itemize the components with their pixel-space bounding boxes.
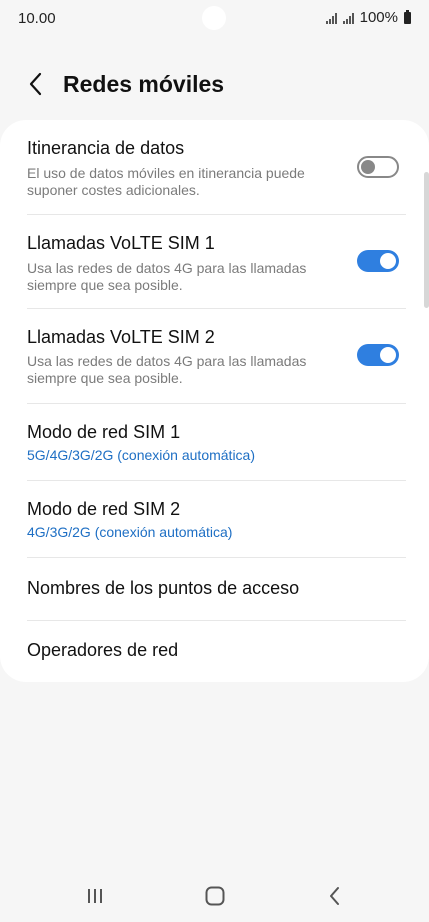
data-roaming-subtitle: El uso de datos móviles en itinerancia p… <box>27 165 305 198</box>
status-bar: 10.00 100% <box>0 0 429 36</box>
volte-sim1-title: Llamadas VoLTE SIM 1 <box>27 233 215 253</box>
app-bar: Redes móviles <box>0 62 429 106</box>
recent-apps-icon <box>88 889 102 903</box>
navigation-bar <box>0 868 429 922</box>
network-mode-sim1-item[interactable]: Modo de red SIM 1 5G/4G/3G/2G (conexión … <box>0 404 429 480</box>
battery-percent: 100% <box>359 9 398 26</box>
nav-back-button[interactable] <box>320 882 350 910</box>
toggle-knob <box>378 345 398 365</box>
back-button[interactable] <box>20 68 52 100</box>
status-time: 10.00 <box>18 10 56 27</box>
home-icon <box>205 886 225 906</box>
volte-sim1-item[interactable]: Llamadas VoLTE SIM 1 Usa las redes de da… <box>0 215 429 308</box>
volte-sim2-title: Llamadas VoLTE SIM 2 <box>27 327 215 347</box>
network-operators-title: Operadores de red <box>27 640 179 660</box>
volte-sim1-toggle[interactable] <box>357 250 399 272</box>
status-icons: 100% <box>325 9 411 26</box>
data-roaming-toggle[interactable] <box>357 156 399 178</box>
volte-sim2-item[interactable]: Llamadas VoLTE SIM 2 Usa las redes de da… <box>0 309 429 403</box>
recents-button[interactable] <box>80 882 110 910</box>
back-icon <box>330 887 339 905</box>
signal-icon <box>325 12 337 24</box>
apn-title: Nombres de los puntos de acceso <box>27 578 300 598</box>
volte-sim2-subtitle: Usa las redes de datos 4G para las llama… <box>27 353 307 386</box>
network-operators-item[interactable]: Operadores de red <box>0 621 429 682</box>
network-mode-sim2-value: 4G/3G/2G (conexión automática) <box>27 524 233 540</box>
page-title: Redes móviles <box>63 71 225 97</box>
network-mode-sim1-value: 5G/4G/3G/2G (conexión automática) <box>27 447 255 463</box>
toggle-knob <box>378 251 398 271</box>
data-roaming-title: Itinerancia de datos <box>27 138 185 158</box>
apn-item[interactable]: Nombres de los puntos de acceso <box>0 558 429 620</box>
camera-cutout <box>202 6 226 30</box>
home-button[interactable] <box>200 882 230 910</box>
network-mode-sim2-item[interactable]: Modo de red SIM 2 4G/3G/2G (conexión aut… <box>0 481 429 557</box>
signal-icon <box>342 12 354 24</box>
network-mode-sim1-title: Modo de red SIM 1 <box>27 422 181 442</box>
toggle-knob <box>361 160 375 174</box>
scrollbar[interactable] <box>424 172 429 308</box>
data-roaming-item[interactable]: Itinerancia de datos El uso de datos móv… <box>0 120 429 214</box>
battery-icon <box>404 9 411 24</box>
chevron-left-icon <box>29 72 42 96</box>
volte-sim2-toggle[interactable] <box>357 344 399 366</box>
network-mode-sim2-title: Modo de red SIM 2 <box>27 499 181 519</box>
volte-sim1-subtitle: Usa las redes de datos 4G para las llama… <box>27 260 307 293</box>
settings-list: Itinerancia de datos El uso de datos móv… <box>0 120 429 682</box>
